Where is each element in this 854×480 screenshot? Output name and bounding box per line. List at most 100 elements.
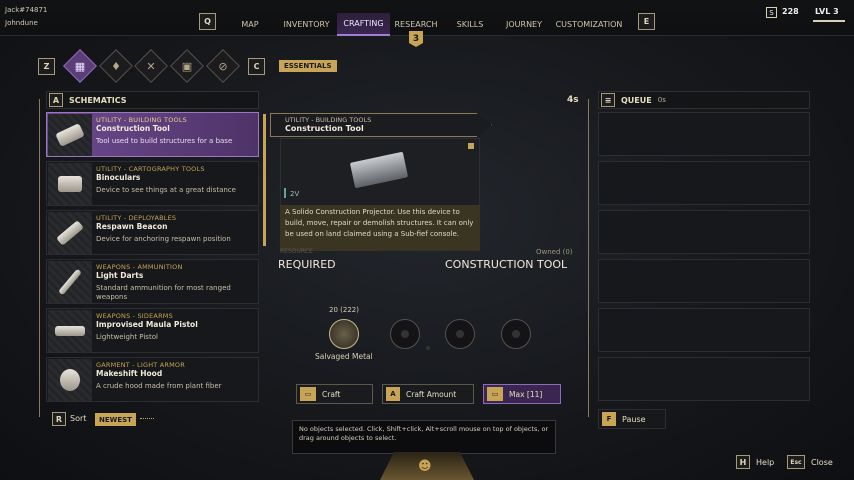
currency-value: 228 — [782, 7, 799, 16]
queue-slot — [598, 308, 810, 352]
help-button[interactable]: H Help — [736, 452, 774, 472]
item-category: WEAPONS - AMMUNITION — [96, 263, 183, 271]
schematics-header: A SCHEMATICS — [46, 91, 259, 109]
currency-icon: S — [766, 7, 777, 18]
item-thumbnail — [48, 163, 92, 205]
queue-timer: 4s — [567, 95, 579, 105]
item-thumbnail — [48, 212, 92, 254]
sort-key[interactable]: R — [52, 412, 66, 426]
tag-icon — [468, 143, 474, 149]
close-key: Esc — [787, 455, 805, 469]
voltage-value: 2V — [290, 190, 300, 198]
item-name: Makeshift Hood — [96, 369, 163, 378]
queue-title: QUEUE — [621, 95, 652, 105]
queue-slot — [598, 161, 810, 205]
voltage-bar — [284, 188, 286, 198]
schematics-frame-line — [39, 99, 40, 417]
level-progress-bar — [813, 20, 845, 22]
schematic-item-respawn-beacon[interactable]: UTILITY - DEPLOYABLES Respawn Beacon Dev… — [46, 210, 259, 255]
sort-value-button[interactable]: NEWEST — [95, 413, 136, 426]
prev-category-key[interactable]: Z — [38, 58, 55, 75]
close-label: Close — [811, 457, 833, 467]
queue-slot — [598, 357, 810, 401]
schematic-item-construction-tool[interactable]: UTILITY - BUILDING TOOLS Construction To… — [46, 112, 259, 157]
help-label: Help — [756, 457, 775, 467]
queue-slot — [598, 259, 810, 303]
user-id: Jack#74871 — [5, 6, 48, 14]
owned-count: Owned (0) — [536, 248, 573, 256]
max-label: Max [11] — [509, 389, 543, 399]
help-key: H — [736, 455, 750, 469]
no-entry-icon: ⊘ — [218, 59, 228, 73]
schematics-title: SCHEMATICS — [69, 95, 127, 105]
pause-label: Pause — [622, 414, 646, 424]
item-thumbnail — [48, 261, 92, 303]
schematic-item-maula-pistol[interactable]: WEAPONS - SIDEARMS Improvised Maula Pist… — [46, 308, 259, 353]
tab-customization[interactable]: CUSTOMIZATION — [552, 13, 626, 36]
next-tab-key[interactable]: E — [638, 13, 655, 30]
schematics-scrollbar[interactable] — [263, 114, 266, 246]
next-category-key[interactable]: C — [248, 58, 265, 75]
center-dot — [426, 346, 430, 350]
item-category: UTILITY - DEPLOYABLES — [96, 214, 177, 222]
pause-button[interactable]: F Pause — [598, 409, 666, 429]
tab-journey[interactable]: JOURNEY — [500, 13, 548, 36]
tab-skills[interactable]: SKILLS — [451, 13, 489, 36]
ingredient-count: 20 (222) — [329, 306, 359, 314]
pause-key: F — [602, 412, 616, 426]
resource-label: RESOURCE — [280, 248, 313, 255]
selection-tooltip: No objects selected. Click, Shift+click,… — [292, 420, 556, 454]
tab-crafting[interactable]: CRAFTING — [337, 13, 390, 36]
queue-slot — [598, 112, 810, 156]
research-badge: 3 — [409, 31, 423, 47]
tab-inventory[interactable]: INVENTORY — [279, 13, 334, 36]
queue-header: ≡ QUEUE 0s — [598, 91, 810, 109]
structures-icon: ▣ — [181, 59, 193, 73]
craft-key-icon: ▭ — [300, 387, 316, 401]
droplet-icon: ♦ — [111, 59, 121, 73]
schematics-key[interactable]: A — [49, 93, 63, 107]
detail-category: UTILITY - BUILDING TOOLS — [285, 116, 372, 124]
sort-dots-icon — [140, 418, 154, 421]
close-button[interactable]: Esc Close — [787, 452, 833, 472]
detail-description: A Solido Construction Projector. Use thi… — [280, 205, 480, 251]
item-name: Improvised Maula Pistol — [96, 320, 198, 329]
item-name: Respawn Beacon — [96, 222, 168, 231]
grid-icon: ▦ — [74, 59, 86, 73]
queue-list-icon: ≡ — [601, 93, 615, 107]
prev-tab-key[interactable]: Q — [199, 13, 216, 30]
max-key-icon: ▭ — [487, 387, 503, 401]
craft-button[interactable]: ▭ Craft — [296, 384, 373, 404]
group-icon: ☻ — [418, 459, 432, 474]
active-category-label: ESSENTIALS — [279, 60, 337, 72]
item-desc: Device to see things at a great distance — [96, 186, 236, 194]
max-button[interactable]: ▭ Max [11] — [483, 384, 561, 404]
schematic-item-makeshift-hood[interactable]: GARMENT - LIGHT ARMOR Makeshift Hood A c… — [46, 357, 259, 402]
craft-label: Craft — [322, 389, 341, 399]
tab-map[interactable]: MAP — [234, 13, 266, 36]
queue-slot — [598, 210, 810, 254]
schematic-item-light-darts[interactable]: WEAPONS - AMMUNITION Light Darts Standar… — [46, 259, 259, 304]
item-desc: Device for anchoring respawn position — [96, 235, 231, 243]
item-thumbnail — [48, 114, 92, 156]
item-desc: Lightweight Pistol — [96, 333, 158, 341]
craft-amount-key: A — [386, 387, 400, 401]
item-desc: Standard ammunition for most ranged weap… — [96, 284, 231, 301]
crossed-tools-icon: ✕ — [146, 59, 156, 73]
queue-frame-line — [588, 99, 589, 417]
ingredient-slot-empty — [501, 319, 531, 349]
user-name: Johndune — [5, 19, 38, 27]
item-desc: A crude hood made from plant fiber — [96, 382, 222, 390]
item-title-label: CONSTRUCTION TOOL — [445, 258, 568, 271]
item-desc: Tool used to build structures for a base — [96, 137, 233, 145]
item-category: UTILITY - CARTOGRAPHY TOOLS — [96, 165, 205, 173]
item-category: UTILITY - BUILDING TOOLS — [96, 116, 187, 124]
item-name: Light Darts — [96, 271, 144, 280]
craft-amount-button[interactable]: A Craft Amount — [382, 384, 474, 404]
item-thumbnail — [48, 310, 92, 352]
item-category: GARMENT - LIGHT ARMOR — [96, 361, 185, 369]
item-category: WEAPONS - SIDEARMS — [96, 312, 173, 320]
schematic-item-binoculars[interactable]: UTILITY - CARTOGRAPHY TOOLS Binoculars D… — [46, 161, 259, 206]
ingredient-slot-empty — [445, 319, 475, 349]
ingredient-slot-salvaged-metal[interactable] — [329, 319, 359, 349]
